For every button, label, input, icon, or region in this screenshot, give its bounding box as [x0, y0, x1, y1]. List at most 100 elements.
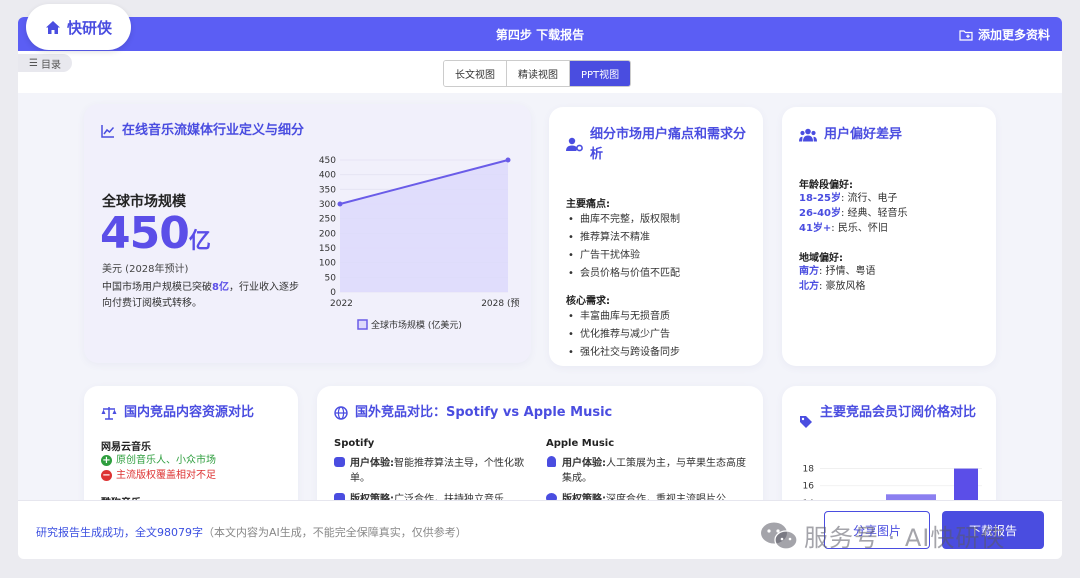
pref-title-text: 用户偏好差异: [824, 127, 903, 142]
pain-item: 曲库不完整，版权限制: [566, 211, 680, 229]
apple-ux-label: 用户体验:: [562, 458, 606, 469]
age-pref: 18-25岁: 流行、电子: [799, 191, 908, 206]
region-pref-key: 南方: [799, 266, 819, 277]
user-gear-icon: [566, 137, 583, 152]
tab-long-view[interactable]: 长文视图: [444, 61, 507, 86]
apple-ux: 用户体验:人工策展为主，与苹果生态高度集成。: [546, 456, 751, 486]
big-number: 450: [100, 208, 190, 259]
plus-circle-icon: +: [101, 455, 112, 466]
age-pref-key: 26-40岁: [799, 208, 841, 219]
desc-highlight: 8亿: [212, 282, 229, 293]
market-size-value: 450亿: [100, 208, 211, 259]
y-tick-label: 450: [319, 156, 336, 166]
region-label: 地域偏好:: [799, 253, 843, 264]
spotify-ux-label: 用户体验:: [350, 458, 394, 469]
pain-list: 曲库不完整，版权限制推荐算法不精准广告干扰体验会员价格与价值不匹配: [566, 211, 680, 283]
market-size-chart: 0 50 100 150 200 250 300 350 400 450 2022 2028 (预计)…: [319, 156, 520, 331]
market-description: 中国市场用户规模已突破8亿，行业收入逐步向付费订阅模式转移。: [102, 280, 307, 312]
need-list: 丰富曲库与无损音质优化推荐与减少广告强化社交与跨设备同步: [566, 308, 680, 362]
pain-item: 广告干扰体验: [566, 247, 680, 265]
home-icon: [45, 20, 60, 34]
tag-icon: [800, 416, 812, 428]
pain-item: 会员价格与价值不匹配: [566, 265, 680, 283]
netease-minus: − 主流版权覆盖相对不足: [101, 468, 216, 483]
step-title: 第四步 下载报告: [495, 28, 585, 42]
minus-text: 主流版权覆盖相对不足: [116, 470, 216, 481]
logo-text: 快研侠: [66, 18, 112, 37]
foreign-card-title: 国外竞品对比：Spotify vs Apple Music: [334, 403, 612, 423]
view-switcher: 长文视图 精读视图 PPT视图: [443, 60, 632, 87]
region-pref: 南方: 抒情、粤语: [799, 264, 876, 279]
data-point: [337, 201, 343, 207]
robot-icon: [334, 457, 345, 467]
y-tick-label: 100: [319, 259, 336, 269]
unit-note: 美元 (2028年预计): [102, 264, 189, 275]
age-pref-value: : 民乐、怀旧: [831, 223, 888, 234]
age-list: 18-25岁: 流行、电子 26-40岁: 经典、轻音乐 41岁+: 民乐、怀旧: [799, 191, 908, 236]
spotify-ux: 用户体验:智能推荐算法主导，个性化歌单。: [334, 456, 534, 486]
y-tick-label: 200: [319, 229, 336, 239]
market-title-text: 在线音乐流媒体行业定义与细分: [122, 123, 305, 138]
domestic-title-text: 国内竞品内容资源对比: [124, 405, 255, 420]
top-bar: 第四步 下载报告 添加更多资料: [18, 17, 1062, 51]
price-title-text: 主要竞品会员订阅价格对比: [820, 405, 977, 420]
age-pref: 41岁+: 民乐、怀旧: [799, 221, 908, 236]
pain-title-text: 细分市场用户痛点和需求分析: [590, 127, 747, 162]
toc-label: 目录: [40, 59, 61, 71]
users-icon: [799, 128, 817, 142]
line-chart-icon: [101, 125, 115, 138]
app-logo[interactable]: 快研侠: [26, 4, 131, 50]
view-toolbar: ☰ 目录 长文视图 精读视图 PPT视图: [18, 51, 1062, 93]
region-pref-value: : 豪放风格: [819, 281, 866, 292]
netease-plus: + 原创音乐人、小众市场: [101, 453, 216, 468]
market-card: 在线音乐流媒体行业定义与细分 全球市场规模 450亿 美元 (2028年预计) …: [84, 104, 531, 363]
folder-add-icon: [959, 29, 973, 41]
preferences-card: 用户偏好差异 年龄段偏好: 18-25岁: 流行、电子 26-40岁: 经典、轻音…: [782, 107, 996, 366]
toc-button[interactable]: ☰ 目录: [18, 54, 72, 72]
add-more-button[interactable]: 添加更多资料: [959, 26, 1050, 43]
y-tick-label: 50: [325, 273, 337, 283]
plus-text: 原创音乐人、小众市场: [116, 455, 216, 466]
y-tick-label: 250: [319, 215, 336, 225]
market-card-title: 在线音乐流媒体行业定义与细分: [101, 121, 304, 141]
status-note: （本文内容为AI生成，不能完全保障真实，仅供参考）: [203, 526, 467, 539]
legend-label: 全球市场规模 (亿美元): [371, 319, 462, 331]
legend-swatch: [357, 319, 368, 330]
age-pref-key: 18-25岁: [799, 193, 841, 204]
region-pref: 北方: 豪放风格: [799, 279, 876, 294]
spotify-name: Spotify: [334, 438, 375, 449]
region-pref-value: : 抒情、粤语: [819, 266, 876, 277]
globe-icon: [334, 406, 348, 420]
need-item: 优化推荐与减少广告: [566, 326, 680, 344]
y-tick-label: 16: [803, 482, 815, 492]
netease-name: 网易云音乐: [101, 442, 151, 453]
x-tick-label: 2028 (预计): [481, 297, 520, 309]
minus-circle-icon: −: [101, 470, 112, 481]
y-tick-label: 150: [319, 244, 336, 254]
x-tick-label: 2022: [330, 299, 353, 309]
y-tick-label: 350: [319, 185, 336, 195]
apple-name: Apple Music: [546, 438, 615, 449]
foreign-title-text: 国外竞品对比：Spotify vs Apple Music: [355, 405, 613, 420]
pain-card-title: 细分市场用户痛点和需求分析: [566, 125, 751, 165]
data-point: [505, 157, 511, 163]
watermark-text: 服务号 · AI快研侠: [804, 524, 1006, 552]
pain-label: 主要痛点:: [566, 199, 610, 210]
status-message: 研究报告生成成功，全文98079字（本文内容为AI生成，不能完全保障真实，仅供参…: [36, 524, 467, 540]
y-tick-label: 300: [319, 200, 336, 210]
pain-item: 推荐算法不精准: [566, 229, 680, 247]
wechat-icon: [761, 522, 798, 550]
age-pref-value: : 经典、轻音乐: [840, 208, 908, 219]
scale-icon: [101, 407, 117, 420]
need-item: 强化社交与跨设备同步: [566, 344, 680, 362]
tab-read-view[interactable]: 精读视图: [507, 61, 570, 86]
need-label: 核心需求:: [566, 296, 610, 307]
age-pref: 26-40岁: 经典、轻音乐: [799, 206, 908, 221]
domestic-card-title: 国内竞品内容资源对比: [101, 403, 254, 423]
y-tick-label: 18: [803, 465, 815, 475]
price-card-title: 主要竞品会员订阅价格对比: [799, 403, 984, 429]
age-pref-key: 41岁+: [799, 223, 832, 234]
app-window: 第四步 下载报告 添加更多资料 ☰ 目录 长文视图 精读视图 PPT视图 在线音…: [18, 17, 1062, 559]
pain-points-card: 细分市场用户痛点和需求分析 主要痛点: 曲库不完整，版权限制推荐算法不精准广告干…: [549, 107, 763, 366]
tab-ppt-view[interactable]: PPT视图: [570, 61, 631, 86]
